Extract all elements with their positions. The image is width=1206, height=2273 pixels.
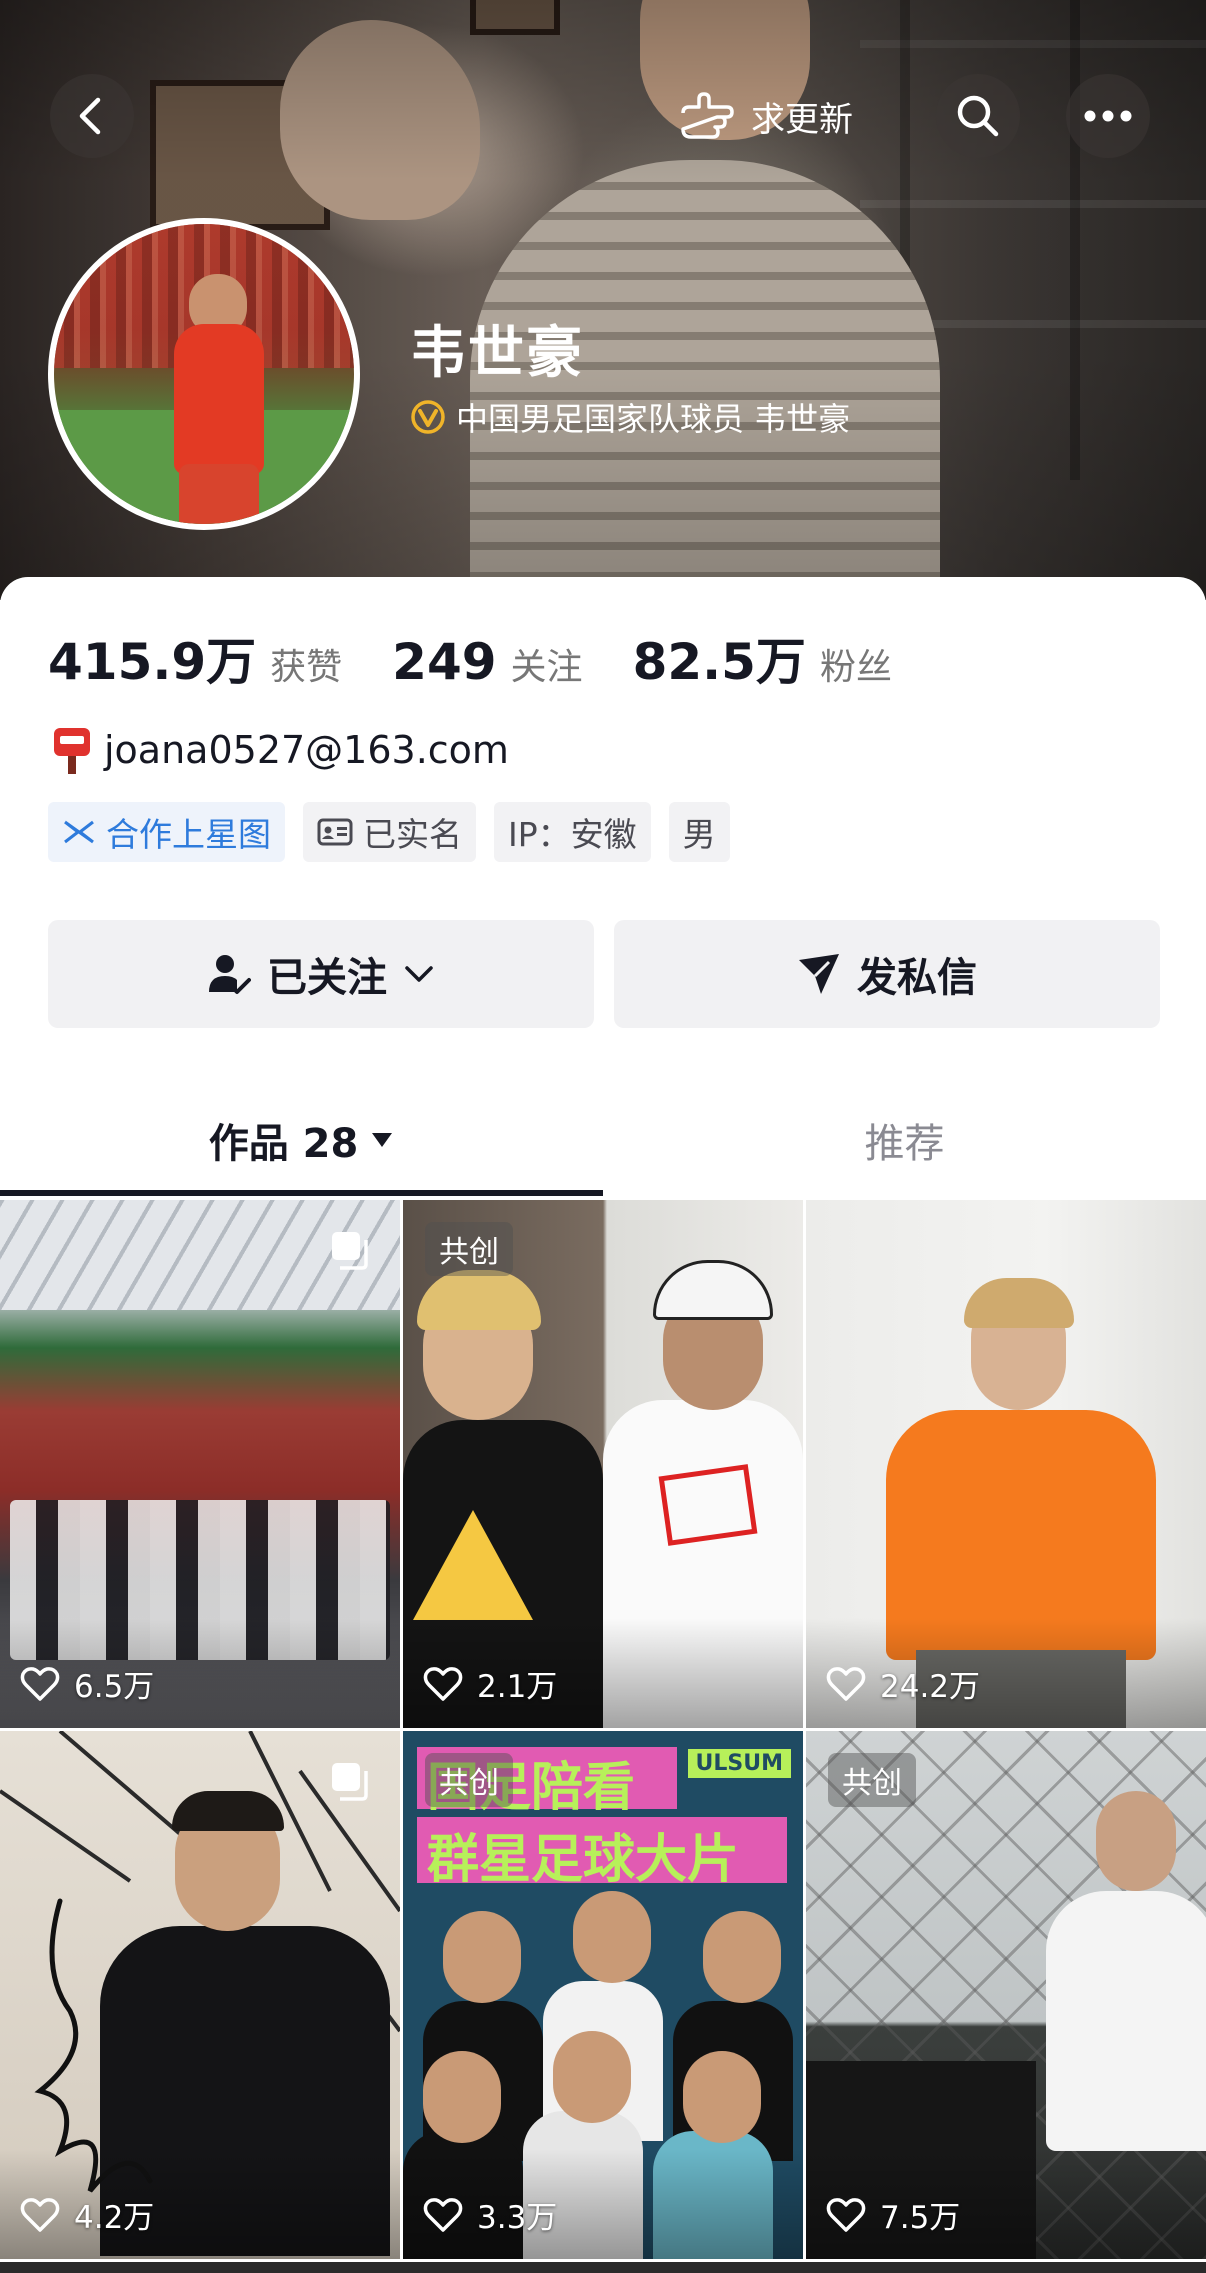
verification-text: 中国男足国家队球员 韦世豪	[456, 400, 851, 438]
like-count: 3.3万	[423, 2192, 557, 2237]
caret-down-icon	[372, 1133, 393, 1147]
heart-icon	[423, 1666, 463, 1701]
gender-tag: 男	[668, 802, 730, 862]
verified-badge-icon	[411, 400, 445, 434]
video-tile[interactable]: 4.2万	[0, 1731, 400, 2259]
id-card-icon	[317, 818, 353, 846]
followed-button[interactable]: 已关注	[48, 920, 594, 1028]
like-count: 4.2万	[20, 2192, 154, 2237]
verification-row: 中国男足国家队球员 韦世豪	[410, 394, 850, 440]
tab-recommend[interactable]: 推荐	[603, 1090, 1206, 1190]
followed-label: 已关注	[267, 955, 387, 1001]
tab-works[interactable]: 作品 28	[0, 1090, 603, 1190]
stat-fans-number: 82.5万	[632, 633, 806, 691]
search-button[interactable]	[936, 74, 1020, 158]
more-options-button[interactable]	[1066, 74, 1150, 158]
like-count-text: 24.2万	[880, 1669, 981, 1705]
video-tile[interactable]: 国足陪看 群星足球大片 ULSUM 共创 3.3万	[403, 1731, 803, 2259]
pointing-hand-icon	[681, 92, 734, 139]
video-tile[interactable]: 共创 2.1万	[403, 1200, 803, 1728]
co-create-badge: 共创	[425, 1753, 513, 1807]
video-tile[interactable]: 共创 7.5万	[806, 1731, 1206, 2259]
ip-tag: IP：安徽	[494, 802, 651, 862]
active-tab-indicator	[0, 1190, 603, 1196]
realname-label: 已实名	[363, 815, 462, 854]
user-check-icon	[209, 955, 251, 994]
content-tabs: 作品 28 推荐	[0, 1090, 1206, 1200]
action-buttons: 已关注 发私信	[48, 920, 1160, 1028]
message-label: 发私信	[857, 955, 977, 1001]
tab-recommend-label: 推荐	[864, 1121, 945, 1167]
stat-following[interactable]: 249 关注	[392, 633, 582, 691]
like-count-text: 2.1万	[477, 1669, 558, 1705]
poster-title-line2: 群星足球大片	[427, 1830, 740, 1890]
like-count: 6.5万	[20, 1661, 154, 1706]
gender-label: 男	[682, 815, 716, 854]
like-count-text: 7.5万	[880, 2200, 961, 2236]
stat-fans[interactable]: 82.5万 粉丝	[633, 622, 892, 694]
co-create-badge: 共创	[828, 1753, 916, 1807]
tab-works-label: 作品 28	[208, 1121, 359, 1167]
co-create-badge: 共创	[425, 1222, 513, 1276]
stat-likes-number: 415.9万	[48, 633, 257, 691]
profile-name: 韦世豪	[410, 321, 584, 386]
request-update-label: 求更新	[751, 99, 853, 140]
stat-likes[interactable]: 415.9万 获赞	[48, 622, 342, 694]
message-button[interactable]: 发私信	[614, 920, 1160, 1028]
more-dots-icon	[1084, 110, 1132, 122]
heart-icon	[826, 1666, 866, 1701]
stats-row: 415.9万 获赞 249 关注 82.5万 粉丝	[48, 622, 942, 694]
like-count: 7.5万	[826, 2192, 960, 2237]
multi-photo-icon	[332, 1232, 368, 1270]
video-tile[interactable]: 6.5万	[0, 1200, 400, 1728]
chevron-down-icon	[405, 966, 433, 982]
email-row: joana0527@163.com	[50, 724, 509, 776]
send-icon	[799, 954, 839, 994]
request-update-button[interactable]: 求更新	[640, 74, 890, 158]
tag-row: 合作上星图 已实名 IP：安徽 男	[48, 802, 730, 862]
stat-fans-label: 粉丝	[819, 647, 892, 688]
like-count-text: 4.2万	[74, 2200, 155, 2236]
like-count-text: 3.3万	[477, 2200, 558, 2236]
multi-photo-icon	[332, 1763, 368, 1801]
mailbox-icon	[54, 728, 90, 774]
stat-likes-label: 获赞	[270, 647, 343, 688]
star-cooperation-label: 合作上星图	[106, 815, 271, 854]
heart-icon	[826, 2197, 866, 2232]
like-count-text: 6.5万	[74, 1669, 155, 1705]
heart-icon	[20, 1666, 60, 1701]
like-count: 2.1万	[423, 1661, 557, 1706]
avatar[interactable]	[48, 218, 360, 530]
like-count: 24.2万	[826, 1661, 980, 1706]
video-tile[interactable]: 24.2万	[806, 1200, 1206, 1728]
back-button[interactable]	[50, 74, 134, 158]
poster-brand: ULSUM	[687, 1749, 791, 1778]
chevron-left-icon	[79, 97, 101, 135]
email-text[interactable]: joana0527@163.com	[104, 728, 509, 772]
realname-tag: 已实名	[303, 802, 476, 862]
stat-following-label: 关注	[510, 647, 583, 688]
stat-following-number: 249	[392, 633, 497, 691]
ip-label: IP：安徽	[508, 815, 637, 854]
heart-icon	[20, 2197, 60, 2232]
next-row-peek	[0, 2262, 1206, 2273]
star-cooperation-tag[interactable]: 合作上星图	[48, 802, 285, 862]
search-icon	[957, 95, 999, 137]
heart-icon	[423, 2197, 463, 2232]
star-map-icon	[64, 820, 94, 844]
